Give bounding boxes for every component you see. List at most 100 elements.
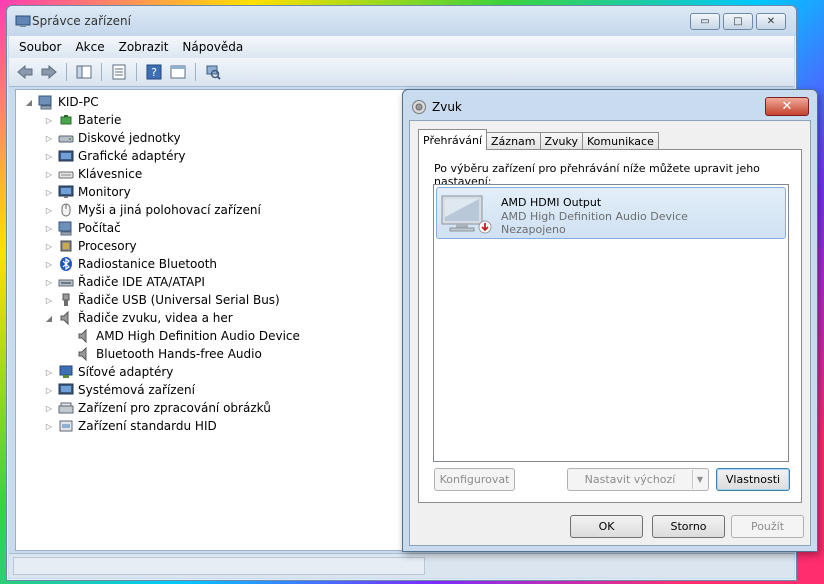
toolbar-separator (195, 63, 196, 81)
tree-item-label: Klávesnice (78, 167, 143, 181)
device-manager-icon (15, 15, 31, 27)
maximize-icon: □ (733, 16, 743, 27)
back-arrow-icon (17, 65, 33, 79)
tree-category-item[interactable]: ▷ Radiostanice Bluetooth (44, 255, 217, 273)
set-default-label: Nastavit výchozí (584, 473, 676, 486)
tab-sounds[interactable]: Zvuky (539, 132, 584, 150)
device-item-amd-hdmi[interactable]: AMD HDMI Output AMD High Definition Audi… (436, 187, 786, 239)
apply-button[interactable]: Použít (731, 515, 804, 538)
expand-icon[interactable]: ▷ (44, 224, 54, 233)
set-default-button[interactable]: Nastavit výchozí ▼ (567, 468, 709, 491)
device-name: AMD HDMI Output (501, 196, 602, 209)
tree-child-item[interactable]: Bluetooth Hands-free Audio (62, 345, 262, 363)
view-icon (170, 65, 186, 79)
tree-item-label: Procesory (78, 239, 137, 253)
processor-icon (58, 238, 74, 254)
close-button[interactable]: ✕ (756, 13, 786, 30)
back-button[interactable] (15, 62, 35, 82)
tree-category-item[interactable]: ▷ Zařízení pro zpracování obrázků (44, 399, 271, 417)
expand-icon[interactable]: ▷ (44, 386, 54, 395)
tree-category-item[interactable]: ◢ Řadiče zvuku, videa a her (44, 309, 233, 327)
collapse-icon[interactable]: ◢ (24, 98, 34, 107)
tree-item-label: Systémová zařízení (78, 383, 195, 397)
menu-napoveda[interactable]: Nápověda (182, 40, 243, 54)
tree-item-label: Řadiče USB (Universal Serial Bus) (78, 293, 280, 307)
network-adapter-icon (58, 364, 74, 380)
tree-category-item[interactable]: ▷ Systémová zařízení (44, 381, 195, 399)
tree-category-item[interactable]: ▷ Baterie (44, 111, 121, 129)
speaker-icon (76, 346, 92, 362)
tree-category-item[interactable]: ▷ Řadiče USB (Universal Serial Bus) (44, 291, 280, 309)
collapse-icon[interactable]: ◢ (44, 314, 54, 323)
minimize-button[interactable]: ▭ (690, 13, 720, 30)
display-adapter-icon (58, 148, 74, 164)
cancel-button[interactable]: Storno (652, 515, 725, 538)
playback-device-list[interactable]: AMD HDMI Output AMD High Definition Audi… (433, 184, 789, 462)
tree-category-item[interactable]: ▷ Síťové adaptéry (44, 363, 173, 381)
menu-akce[interactable]: Akce (75, 40, 104, 54)
expand-icon[interactable]: ▷ (44, 206, 54, 215)
hid-icon (58, 418, 74, 434)
tree-category-item[interactable]: ▷ Monitory (44, 183, 131, 201)
tree-root[interactable]: ◢ KID-PC (24, 93, 99, 111)
tree-category-item[interactable]: ▷ Řadiče IDE ATA/ATAPI (44, 273, 205, 291)
status-bar (9, 553, 794, 578)
computer-icon (58, 220, 74, 236)
tree-category-item[interactable]: ▷ Počítač (44, 219, 121, 237)
maximize-button[interactable]: □ (723, 13, 753, 30)
tab-communications[interactable]: Komunikace (582, 132, 659, 150)
system-device-icon (58, 382, 74, 398)
computer-icon (38, 94, 54, 110)
tree-item-label: AMD High Definition Audio Device (96, 329, 300, 343)
expand-icon[interactable]: ▷ (44, 242, 54, 251)
dropdown-arrow-icon[interactable]: ▼ (692, 470, 707, 489)
tree-category-item[interactable]: ▷ Klávesnice (44, 165, 142, 183)
expand-icon[interactable]: ▷ (44, 170, 54, 179)
toolbar-separator (101, 63, 102, 81)
tree-category-item[interactable]: ▷ Grafické adaptéry (44, 147, 186, 165)
expand-icon[interactable]: ▷ (44, 188, 54, 197)
speaker-icon (76, 328, 92, 344)
dialog-close-button[interactable]: ✕ (765, 97, 809, 116)
device-status: Nezapojeno (501, 223, 566, 236)
menu-soubor[interactable]: Soubor (19, 40, 61, 54)
tab-playback[interactable]: Přehrávání (418, 129, 488, 150)
expand-icon[interactable]: ▷ (44, 116, 54, 125)
expand-icon[interactable]: ▷ (44, 278, 54, 287)
action-view-button[interactable] (168, 62, 188, 82)
bluetooth-icon (58, 256, 74, 272)
forward-button[interactable] (39, 62, 59, 82)
expand-icon[interactable]: ▷ (44, 422, 54, 431)
monitor-icon (58, 184, 74, 200)
sound-dialog: Zvuk ✕ Přehrávání Záznam Zvuky Komunikac… (402, 89, 818, 552)
dialog-title: Zvuk (432, 100, 462, 114)
expand-icon[interactable]: ▷ (44, 152, 54, 161)
expand-icon[interactable]: ▷ (44, 134, 54, 143)
expand-icon[interactable]: ▷ (44, 260, 54, 269)
tree-item-label: Diskové jednotky (78, 131, 181, 145)
properties-button[interactable] (109, 62, 129, 82)
expand-icon[interactable]: ▷ (44, 368, 54, 377)
usb-icon (58, 292, 74, 308)
expand-icon[interactable]: ▷ (44, 404, 54, 413)
ok-button[interactable]: OK (570, 515, 643, 538)
properties-button[interactable]: Vlastnosti (716, 468, 790, 491)
tree-category-item[interactable]: ▷ Zařízení standardu HID (44, 417, 217, 435)
tree-category-item[interactable]: ▷ Myši a jiná polohovací zařízení (44, 201, 261, 219)
scan-hardware-button[interactable] (203, 62, 223, 82)
title-bar[interactable]: Správce zařízení ▭ □ ✕ (7, 6, 796, 36)
toolbar-separator (136, 63, 137, 81)
show-hide-console-tree-button[interactable] (74, 62, 94, 82)
dialog-title-bar[interactable]: Zvuk ✕ (403, 90, 817, 120)
configure-button[interactable]: Konfigurovat (434, 468, 515, 491)
expand-icon[interactable]: ▷ (44, 296, 54, 305)
help-button[interactable]: ? (144, 62, 164, 82)
menu-zobrazit[interactable]: Zobrazit (119, 40, 169, 54)
tree-category-item[interactable]: ▷ Diskové jednotky (44, 129, 181, 147)
tab-recording[interactable]: Záznam (486, 132, 541, 150)
tree-item-label: Radiostanice Bluetooth (78, 257, 218, 271)
tree-child-item[interactable]: AMD High Definition Audio Device (62, 327, 300, 345)
close-icon: ✕ (766, 16, 776, 27)
playback-panel: Po výběru zařízení pro přehrávání níže m… (418, 149, 802, 503)
tree-category-item[interactable]: ▷ Procesory (44, 237, 137, 255)
